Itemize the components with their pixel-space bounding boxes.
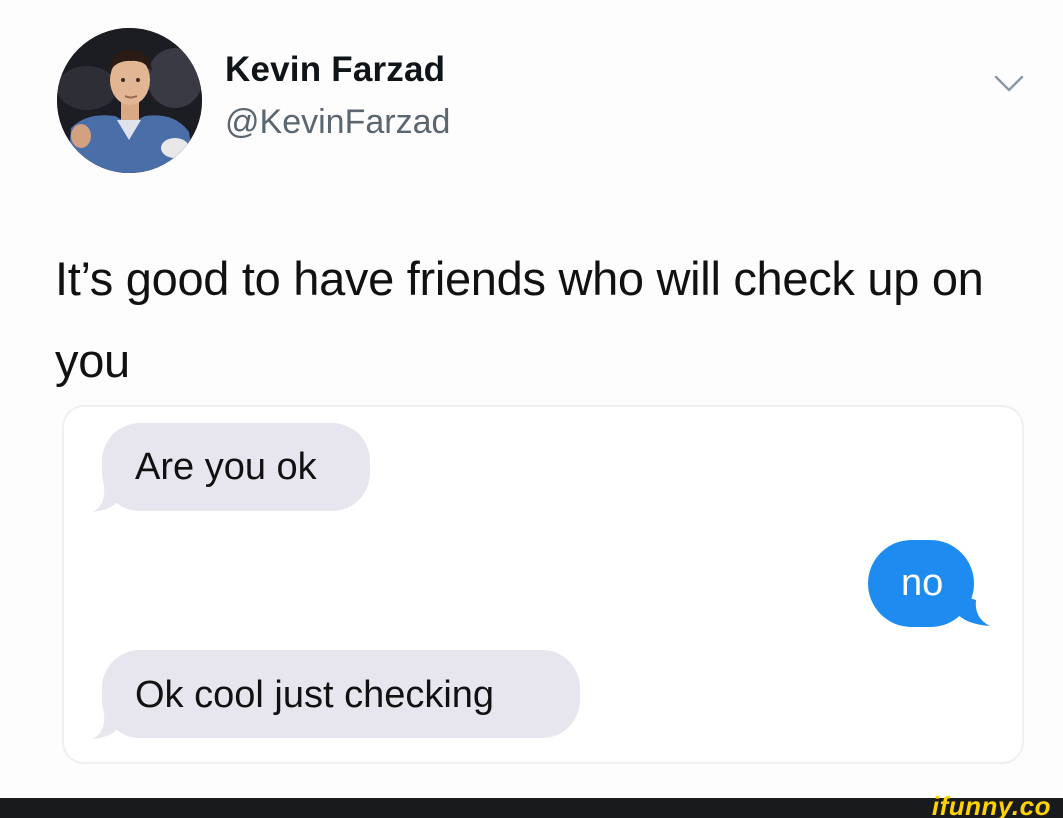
tweet-screenshot: Kevin Farzad @KevinFarzad It’s good to h…: [0, 0, 1063, 818]
display-name[interactable]: Kevin Farzad: [225, 50, 445, 90]
tweet-text: It’s good to have friends who will check…: [55, 252, 984, 387]
user-handle[interactable]: @KevinFarzad: [225, 103, 450, 142]
chevron-down-icon[interactable]: [992, 72, 1026, 96]
message-text: Are you ok: [135, 446, 317, 488]
message-text: Ok cool just checking: [135, 674, 495, 716]
watermark-bar: [0, 798, 1063, 818]
message-text: no: [901, 562, 944, 604]
watermark-logo: ifunny.co: [931, 791, 1051, 818]
message-bubble-received: Ok cool just checking: [102, 650, 580, 738]
avatar[interactable]: [57, 28, 202, 173]
message-bubble-sent: no: [868, 540, 974, 627]
avatar-photo: [57, 28, 202, 173]
message-bubble-received: Are you ok: [102, 423, 370, 511]
